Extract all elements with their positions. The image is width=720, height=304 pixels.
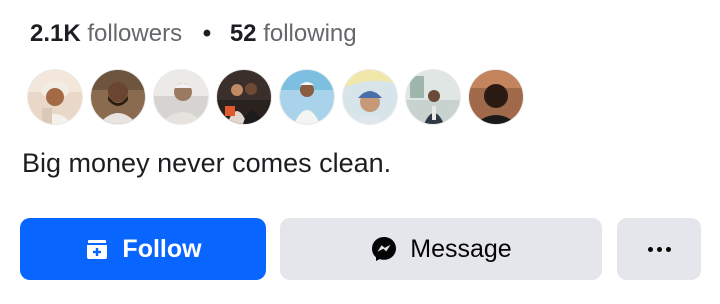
follow-label: Follow xyxy=(122,234,202,263)
follower-avatar[interactable] xyxy=(406,70,460,124)
profile-stats: 2.1K followers • 52 following xyxy=(30,18,357,50)
message-button[interactable]: Message xyxy=(280,218,602,280)
following-count: 52 xyxy=(229,20,257,47)
follow-button[interactable]: Follow xyxy=(20,218,266,280)
messenger-icon xyxy=(370,235,398,263)
follower-avatar[interactable] xyxy=(343,70,397,124)
follower-avatar[interactable] xyxy=(28,70,82,124)
add-friend-icon xyxy=(84,236,110,262)
more-options-button[interactable] xyxy=(617,218,701,280)
follower-avatar[interactable] xyxy=(280,70,334,124)
follower-avatar[interactable] xyxy=(154,70,208,124)
followers-link[interactable]: 2.1K followers xyxy=(30,20,189,47)
followers-label: followers xyxy=(87,20,183,47)
stats-separator: • xyxy=(202,20,212,47)
following-label: following xyxy=(263,20,357,47)
follower-avatar[interactable] xyxy=(91,70,145,124)
message-label: Message xyxy=(410,234,512,263)
more-options-icon xyxy=(647,246,671,252)
follower-avatar[interactable] xyxy=(217,70,271,124)
following-link[interactable]: 52 following xyxy=(230,20,357,47)
followers-count: 2.1K xyxy=(30,20,81,47)
follower-avatar[interactable] xyxy=(469,70,523,124)
profile-bio: Big money never comes clean. xyxy=(22,148,392,178)
